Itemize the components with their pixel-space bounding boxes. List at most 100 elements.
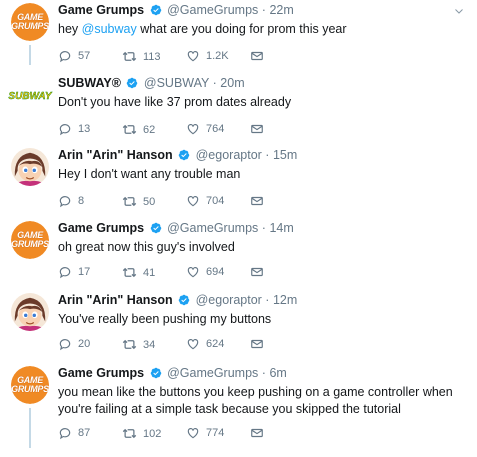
like-button[interactable]: 704: [186, 194, 224, 208]
display-name[interactable]: Arin "Arin" Hanson: [58, 148, 173, 162]
display-name[interactable]: SUBWAY®: [58, 76, 121, 90]
retweet-button[interactable]: 41: [122, 265, 155, 280]
logo-text: GRUMPS: [11, 21, 49, 31]
reply-button[interactable]: 57: [58, 49, 90, 63]
envelope-icon: [250, 426, 264, 440]
like-count: 1.2K: [206, 50, 229, 62]
handle[interactable]: @GameGrumps: [167, 221, 258, 235]
handle[interactable]: @egoraptor: [196, 148, 262, 162]
tweet-header: Game Grumps @GameGrumps · 14m: [58, 221, 294, 236]
reply-button[interactable]: 17: [58, 265, 90, 279]
tweet-header: Game Grumps @GameGrumps · 6m: [58, 366, 287, 381]
like-button[interactable]: 1.2K: [186, 49, 229, 63]
tweet[interactable]: GAME GRUMPS Game Grumps @GameGrumps · 22…: [0, 3, 477, 65]
reply-count: 8: [78, 195, 85, 207]
like-count: 704: [206, 195, 225, 207]
retweet-button[interactable]: 102: [122, 426, 161, 441]
text-line: you're failing at a simple task because …: [58, 402, 401, 416]
timestamp[interactable]: 6m: [269, 366, 286, 380]
reply-count: 20: [78, 338, 91, 350]
avatar[interactable]: GAME GRUMPS: [11, 3, 49, 41]
like-button[interactable]: 624: [186, 337, 224, 351]
verified-icon: [126, 77, 138, 89]
tweet-text: hey @subway what are you doing for prom …: [58, 21, 468, 38]
verified-icon: [178, 294, 190, 306]
tweet[interactable]: Arin "Arin" Hanson @egoraptor · 12m You'…: [0, 293, 477, 355]
retweet-icon: [122, 426, 137, 441]
handle[interactable]: @GameGrumps: [167, 366, 258, 380]
avatar[interactable]: GAME GRUMPS: [11, 221, 49, 259]
logo-text: SUBWAY: [8, 91, 52, 102]
display-name[interactable]: Game Grumps: [58, 3, 144, 17]
retweet-button[interactable]: 50: [122, 194, 155, 209]
reply-icon: [58, 49, 72, 63]
timestamp[interactable]: 20m: [220, 76, 244, 90]
subway-logo: SUBWAY: [8, 91, 53, 102]
dm-button[interactable]: [250, 194, 264, 208]
tweet[interactable]: GAME GRUMPS Game Grumps @GameGrumps · 6m…: [0, 366, 477, 454]
handle[interactable]: @egoraptor: [196, 293, 262, 307]
tweet[interactable]: Arin "Arin" Hanson @egoraptor · 15m Hey …: [0, 148, 477, 210]
like-button[interactable]: 764: [186, 122, 224, 136]
handle[interactable]: @SUBWAY: [144, 76, 209, 90]
dm-button[interactable]: [250, 122, 264, 136]
separator: ·: [261, 366, 266, 380]
timestamp[interactable]: 12m: [273, 293, 297, 307]
tweet[interactable]: GAME GRUMPS Game Grumps @GameGrumps · 14…: [0, 221, 477, 283]
dm-button[interactable]: [250, 337, 264, 351]
retweet-button[interactable]: 113: [122, 49, 161, 64]
avatar[interactable]: SUBWAY: [7, 88, 53, 102]
reply-button[interactable]: 87: [58, 426, 90, 440]
retweet-button[interactable]: 34: [122, 337, 155, 352]
tweet[interactable]: SUBWAY SUBWAY® @SUBWAY · 20m Don't you h…: [0, 76, 477, 138]
display-name[interactable]: Arin "Arin" Hanson: [58, 293, 173, 307]
retweet-count: 102: [143, 427, 162, 440]
like-button[interactable]: 774: [186, 426, 224, 440]
chevron-down-icon[interactable]: [453, 5, 465, 17]
dm-button[interactable]: [250, 265, 264, 279]
display-name[interactable]: Game Grumps: [58, 221, 144, 235]
dm-button[interactable]: [250, 49, 264, 63]
envelope-icon: [250, 122, 264, 136]
tweet-text: You've really been pushing my buttons: [58, 312, 272, 326]
heart-icon: [186, 337, 200, 351]
reply-icon: [58, 194, 72, 208]
avatar[interactable]: [11, 148, 49, 186]
logo-text: GRUMPS: [11, 384, 49, 394]
timestamp[interactable]: 15m: [273, 148, 297, 162]
separator: ·: [261, 221, 266, 235]
reply-button[interactable]: 8: [58, 194, 84, 208]
like-count: 694: [206, 266, 225, 278]
tweet-text: you mean like the buttons you keep pushi…: [58, 384, 468, 418]
timestamp[interactable]: 22m: [269, 3, 293, 17]
envelope-icon: [250, 265, 264, 279]
heart-icon: [186, 265, 200, 279]
gamegrumps-logo: GAME GRUMPS: [11, 366, 49, 404]
text-segment: hey: [58, 22, 82, 36]
tweet-header: Game Grumps @GameGrumps · 22m: [58, 3, 294, 18]
dm-button[interactable]: [250, 426, 264, 440]
like-button[interactable]: 694: [186, 265, 224, 279]
retweet-button[interactable]: 62: [122, 122, 155, 137]
separator: ·: [265, 293, 270, 307]
retweet-icon: [122, 265, 137, 280]
display-name[interactable]: Game Grumps: [58, 366, 144, 380]
reply-icon: [58, 122, 72, 136]
mention-link[interactable]: @subway: [82, 22, 137, 36]
gamegrumps-logo: GAME GRUMPS: [11, 3, 49, 41]
timestamp[interactable]: 14m: [269, 221, 293, 235]
reply-button[interactable]: 20: [58, 337, 90, 351]
verified-icon: [150, 367, 162, 379]
reply-icon: [58, 337, 72, 351]
reply-button[interactable]: 13: [58, 122, 90, 136]
retweet-count: 50: [143, 195, 156, 208]
like-count: 624: [206, 338, 225, 350]
separator: ·: [261, 3, 266, 17]
arin-avatar: [11, 148, 49, 186]
avatar[interactable]: GAME GRUMPS: [11, 366, 49, 404]
reply-count: 17: [78, 266, 91, 278]
handle[interactable]: @GameGrumps: [167, 3, 258, 17]
avatar[interactable]: [11, 293, 49, 331]
retweet-icon: [122, 122, 137, 137]
reply-icon: [58, 265, 72, 279]
